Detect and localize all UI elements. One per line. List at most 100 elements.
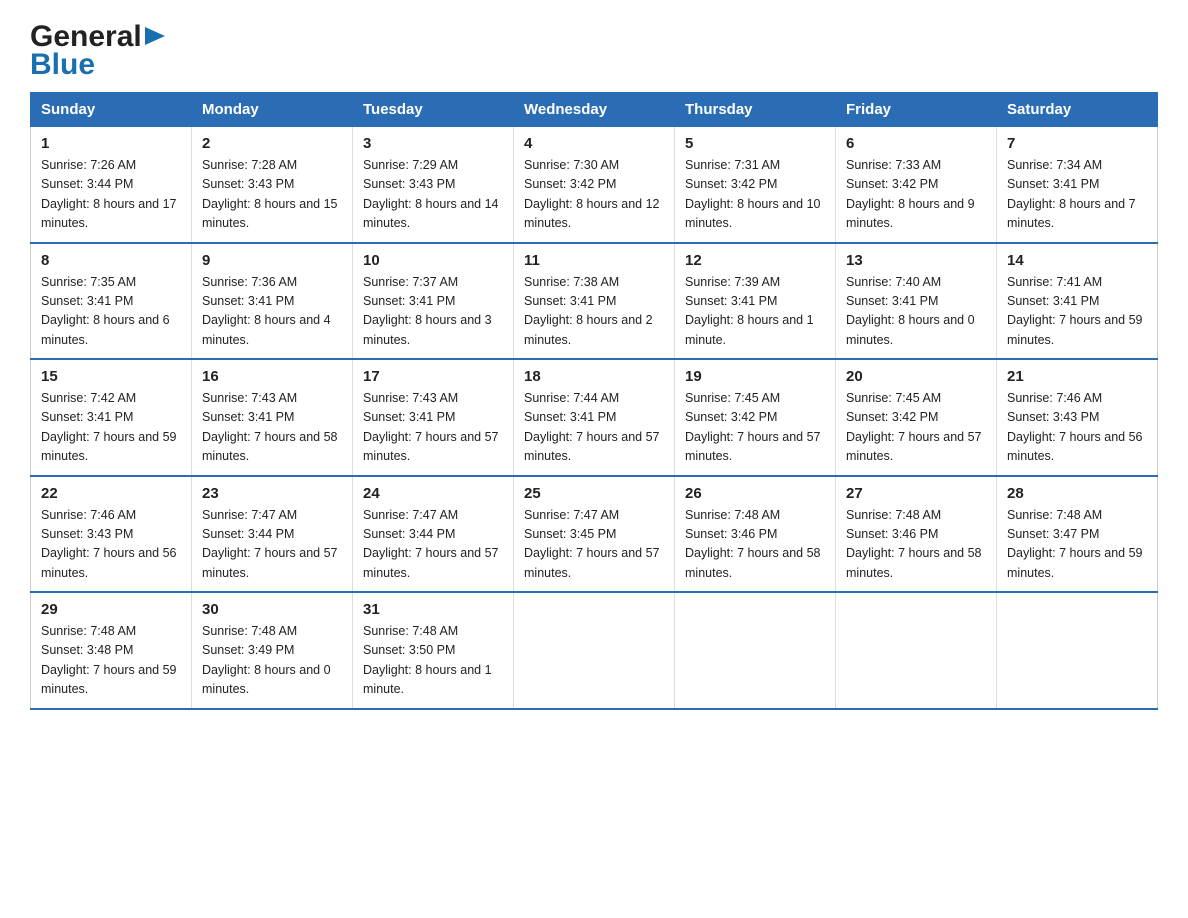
day-number: 16 bbox=[202, 368, 342, 385]
day-cell: 30 Sunrise: 7:48 AMSunset: 3:49 PMDaylig… bbox=[192, 592, 353, 709]
page-header: General Blue bbox=[30, 20, 1158, 82]
day-number: 12 bbox=[685, 252, 825, 269]
week-row-2: 8 Sunrise: 7:35 AMSunset: 3:41 PMDayligh… bbox=[31, 243, 1158, 360]
col-header-saturday: Saturday bbox=[997, 93, 1158, 127]
day-cell: 23 Sunrise: 7:47 AMSunset: 3:44 PMDaylig… bbox=[192, 476, 353, 593]
logo-blue-text: Blue bbox=[30, 48, 95, 82]
day-info: Sunrise: 7:47 AMSunset: 3:44 PMDaylight:… bbox=[202, 508, 338, 580]
day-cell: 31 Sunrise: 7:48 AMSunset: 3:50 PMDaylig… bbox=[353, 592, 514, 709]
day-info: Sunrise: 7:48 AMSunset: 3:48 PMDaylight:… bbox=[41, 624, 177, 696]
day-info: Sunrise: 7:48 AMSunset: 3:47 PMDaylight:… bbox=[1007, 508, 1143, 580]
col-header-sunday: Sunday bbox=[31, 93, 192, 127]
day-cell: 26 Sunrise: 7:48 AMSunset: 3:46 PMDaylig… bbox=[675, 476, 836, 593]
col-header-wednesday: Wednesday bbox=[514, 93, 675, 127]
day-number: 1 bbox=[41, 135, 181, 152]
day-info: Sunrise: 7:47 AMSunset: 3:45 PMDaylight:… bbox=[524, 508, 660, 580]
day-number: 30 bbox=[202, 601, 342, 618]
day-cell: 21 Sunrise: 7:46 AMSunset: 3:43 PMDaylig… bbox=[997, 359, 1158, 476]
col-header-monday: Monday bbox=[192, 93, 353, 127]
day-cell: 5 Sunrise: 7:31 AMSunset: 3:42 PMDayligh… bbox=[675, 127, 836, 243]
day-cell: 15 Sunrise: 7:42 AMSunset: 3:41 PMDaylig… bbox=[31, 359, 192, 476]
day-number: 26 bbox=[685, 485, 825, 502]
day-cell: 19 Sunrise: 7:45 AMSunset: 3:42 PMDaylig… bbox=[675, 359, 836, 476]
day-number: 25 bbox=[524, 485, 664, 502]
day-cell: 7 Sunrise: 7:34 AMSunset: 3:41 PMDayligh… bbox=[997, 127, 1158, 243]
day-cell: 8 Sunrise: 7:35 AMSunset: 3:41 PMDayligh… bbox=[31, 243, 192, 360]
day-number: 4 bbox=[524, 135, 664, 152]
day-cell: 22 Sunrise: 7:46 AMSunset: 3:43 PMDaylig… bbox=[31, 476, 192, 593]
day-cell: 25 Sunrise: 7:47 AMSunset: 3:45 PMDaylig… bbox=[514, 476, 675, 593]
day-info: Sunrise: 7:42 AMSunset: 3:41 PMDaylight:… bbox=[41, 391, 177, 463]
logo-triangle-icon bbox=[145, 25, 167, 47]
day-number: 19 bbox=[685, 368, 825, 385]
day-info: Sunrise: 7:26 AMSunset: 3:44 PMDaylight:… bbox=[41, 158, 177, 230]
day-info: Sunrise: 7:38 AMSunset: 3:41 PMDaylight:… bbox=[524, 275, 653, 347]
day-cell bbox=[675, 592, 836, 709]
day-info: Sunrise: 7:29 AMSunset: 3:43 PMDaylight:… bbox=[363, 158, 499, 230]
day-number: 24 bbox=[363, 485, 503, 502]
day-cell: 16 Sunrise: 7:43 AMSunset: 3:41 PMDaylig… bbox=[192, 359, 353, 476]
day-info: Sunrise: 7:46 AMSunset: 3:43 PMDaylight:… bbox=[41, 508, 177, 580]
day-cell: 1 Sunrise: 7:26 AMSunset: 3:44 PMDayligh… bbox=[31, 127, 192, 243]
day-cell: 29 Sunrise: 7:48 AMSunset: 3:48 PMDaylig… bbox=[31, 592, 192, 709]
day-number: 17 bbox=[363, 368, 503, 385]
week-row-5: 29 Sunrise: 7:48 AMSunset: 3:48 PMDaylig… bbox=[31, 592, 1158, 709]
day-info: Sunrise: 7:48 AMSunset: 3:46 PMDaylight:… bbox=[685, 508, 821, 580]
day-info: Sunrise: 7:36 AMSunset: 3:41 PMDaylight:… bbox=[202, 275, 331, 347]
col-header-friday: Friday bbox=[836, 93, 997, 127]
day-info: Sunrise: 7:33 AMSunset: 3:42 PMDaylight:… bbox=[846, 158, 975, 230]
day-cell: 18 Sunrise: 7:44 AMSunset: 3:41 PMDaylig… bbox=[514, 359, 675, 476]
day-number: 10 bbox=[363, 252, 503, 269]
day-info: Sunrise: 7:35 AMSunset: 3:41 PMDaylight:… bbox=[41, 275, 170, 347]
day-info: Sunrise: 7:48 AMSunset: 3:46 PMDaylight:… bbox=[846, 508, 982, 580]
day-number: 27 bbox=[846, 485, 986, 502]
day-number: 9 bbox=[202, 252, 342, 269]
day-info: Sunrise: 7:43 AMSunset: 3:41 PMDaylight:… bbox=[363, 391, 499, 463]
col-header-tuesday: Tuesday bbox=[353, 93, 514, 127]
day-cell: 27 Sunrise: 7:48 AMSunset: 3:46 PMDaylig… bbox=[836, 476, 997, 593]
day-number: 13 bbox=[846, 252, 986, 269]
day-cell: 9 Sunrise: 7:36 AMSunset: 3:41 PMDayligh… bbox=[192, 243, 353, 360]
day-info: Sunrise: 7:45 AMSunset: 3:42 PMDaylight:… bbox=[846, 391, 982, 463]
day-info: Sunrise: 7:46 AMSunset: 3:43 PMDaylight:… bbox=[1007, 391, 1143, 463]
day-number: 14 bbox=[1007, 252, 1147, 269]
day-cell: 28 Sunrise: 7:48 AMSunset: 3:47 PMDaylig… bbox=[997, 476, 1158, 593]
day-info: Sunrise: 7:40 AMSunset: 3:41 PMDaylight:… bbox=[846, 275, 975, 347]
day-info: Sunrise: 7:39 AMSunset: 3:41 PMDaylight:… bbox=[685, 275, 814, 347]
day-cell: 24 Sunrise: 7:47 AMSunset: 3:44 PMDaylig… bbox=[353, 476, 514, 593]
day-cell: 4 Sunrise: 7:30 AMSunset: 3:42 PMDayligh… bbox=[514, 127, 675, 243]
day-info: Sunrise: 7:31 AMSunset: 3:42 PMDaylight:… bbox=[685, 158, 821, 230]
day-cell bbox=[836, 592, 997, 709]
day-info: Sunrise: 7:44 AMSunset: 3:41 PMDaylight:… bbox=[524, 391, 660, 463]
day-number: 18 bbox=[524, 368, 664, 385]
day-number: 22 bbox=[41, 485, 181, 502]
day-cell: 10 Sunrise: 7:37 AMSunset: 3:41 PMDaylig… bbox=[353, 243, 514, 360]
logo: General Blue bbox=[30, 20, 167, 82]
day-number: 28 bbox=[1007, 485, 1147, 502]
day-number: 23 bbox=[202, 485, 342, 502]
day-number: 29 bbox=[41, 601, 181, 618]
day-cell bbox=[997, 592, 1158, 709]
day-number: 5 bbox=[685, 135, 825, 152]
day-info: Sunrise: 7:28 AMSunset: 3:43 PMDaylight:… bbox=[202, 158, 338, 230]
calendar-header-row: SundayMondayTuesdayWednesdayThursdayFrid… bbox=[31, 93, 1158, 127]
day-cell: 2 Sunrise: 7:28 AMSunset: 3:43 PMDayligh… bbox=[192, 127, 353, 243]
day-cell: 12 Sunrise: 7:39 AMSunset: 3:41 PMDaylig… bbox=[675, 243, 836, 360]
day-cell bbox=[514, 592, 675, 709]
day-number: 6 bbox=[846, 135, 986, 152]
day-cell: 14 Sunrise: 7:41 AMSunset: 3:41 PMDaylig… bbox=[997, 243, 1158, 360]
day-info: Sunrise: 7:43 AMSunset: 3:41 PMDaylight:… bbox=[202, 391, 338, 463]
col-header-thursday: Thursday bbox=[675, 93, 836, 127]
day-number: 8 bbox=[41, 252, 181, 269]
day-number: 7 bbox=[1007, 135, 1147, 152]
day-number: 15 bbox=[41, 368, 181, 385]
week-row-4: 22 Sunrise: 7:46 AMSunset: 3:43 PMDaylig… bbox=[31, 476, 1158, 593]
day-number: 20 bbox=[846, 368, 986, 385]
week-row-3: 15 Sunrise: 7:42 AMSunset: 3:41 PMDaylig… bbox=[31, 359, 1158, 476]
day-number: 3 bbox=[363, 135, 503, 152]
day-info: Sunrise: 7:48 AMSunset: 3:49 PMDaylight:… bbox=[202, 624, 331, 696]
week-row-1: 1 Sunrise: 7:26 AMSunset: 3:44 PMDayligh… bbox=[31, 127, 1158, 243]
day-info: Sunrise: 7:48 AMSunset: 3:50 PMDaylight:… bbox=[363, 624, 492, 696]
day-info: Sunrise: 7:30 AMSunset: 3:42 PMDaylight:… bbox=[524, 158, 660, 230]
day-info: Sunrise: 7:37 AMSunset: 3:41 PMDaylight:… bbox=[363, 275, 492, 347]
